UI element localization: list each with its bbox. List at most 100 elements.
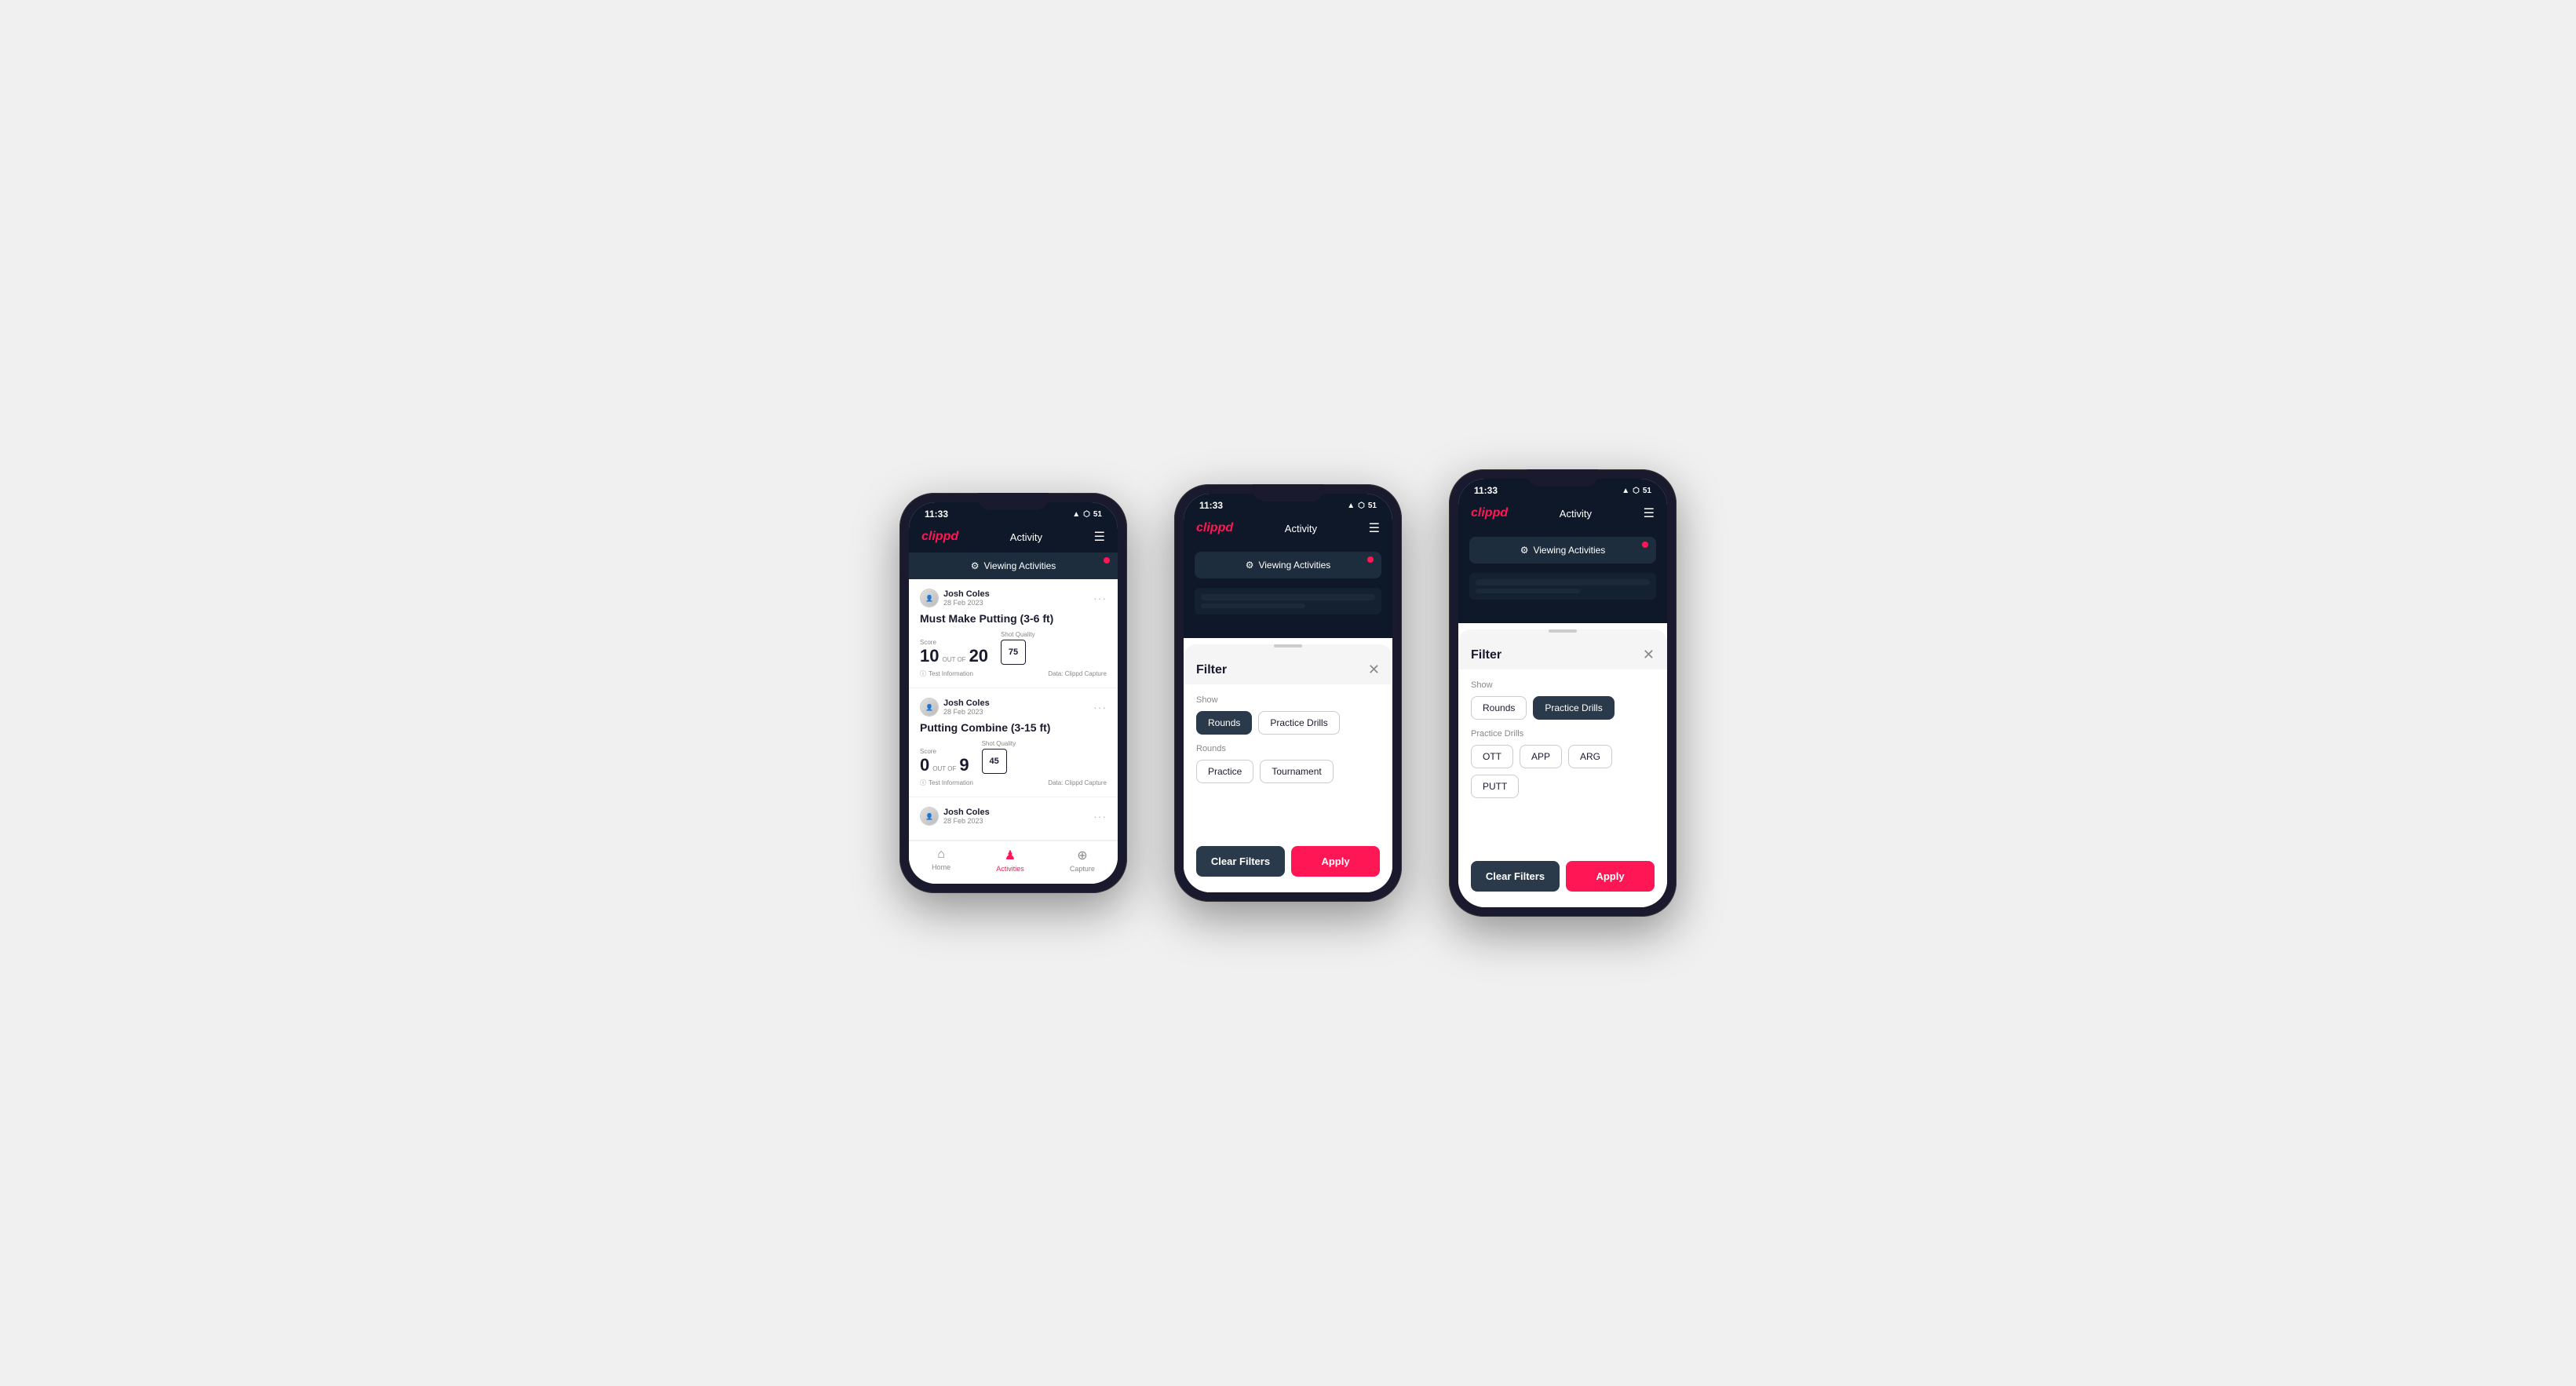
avatar-img-2: 👤 [921,698,938,716]
activity-card-3: 👤 Josh Coles 28 Feb 2023 ··· [909,797,1118,841]
bottom-nav-1: ⌂ Home ♟ Activities ⊕ Capture [909,841,1118,884]
activity-card-2: 👤 Josh Coles 28 Feb 2023 ··· Putting Com… [909,688,1118,797]
modal-footer-2: Clear Filters Apply [1184,837,1392,892]
modal-title-2: Filter [1196,663,1227,677]
card-title-2: Putting Combine (3-15 ft) [920,721,1107,734]
rounds-btn-3[interactable]: Rounds [1471,696,1527,720]
user-name-1: Josh Coles [943,589,990,599]
blurred-bg-3: ⚙ Viewing Activities [1458,529,1667,623]
app-btn-3[interactable]: APP [1520,745,1562,768]
more-dots-1[interactable]: ··· [1093,592,1107,604]
putt-btn-3[interactable]: PUTT [1471,775,1519,798]
practice-drills-btn-3[interactable]: Practice Drills [1533,696,1614,720]
avatar-3: 👤 [920,807,939,826]
filter-icon-1: ⚙ [971,560,980,571]
user-info-3: Josh Coles 28 Feb 2023 [943,808,990,825]
close-icon-3[interactable]: ✕ [1643,647,1655,663]
nav-title-2: Activity [1285,523,1317,534]
rounds-btn-2[interactable]: Rounds [1196,711,1252,735]
nav-bar-2: clippd Activity ☰ [1184,514,1392,544]
score-inline-2: 0 OUT OF 9 [920,757,969,774]
blurred-bg-2: ⚙ Viewing Activities [1184,544,1392,638]
menu-icon-2[interactable]: ☰ [1369,520,1380,536]
close-icon-2[interactable]: ✕ [1368,662,1380,678]
activities-list: 👤 Josh Coles 28 Feb 2023 ··· Must Make P… [909,579,1118,841]
card-header-3: 👤 Josh Coles 28 Feb 2023 ··· [920,807,1107,826]
modal-header-2: Filter ✕ [1184,654,1392,684]
total-value-2: 9 [959,757,969,774]
arg-btn-3[interactable]: ARG [1568,745,1612,768]
user-info-2: Josh Coles 28 Feb 2023 [943,698,990,716]
practice-round-btn-2[interactable]: Practice [1196,760,1253,783]
score-label-2: Score [920,748,969,755]
apply-btn-2[interactable]: Apply [1291,846,1380,877]
avatar-img-3: 👤 [921,808,938,825]
notch-2 [1253,484,1323,502]
score-label-1: Score [920,639,988,646]
data-source-1: Data: Clippd Capture [1048,670,1107,677]
nav-capture[interactable]: ⊕ Capture [1070,848,1095,873]
card-user-3: 👤 Josh Coles 28 Feb 2023 [920,807,990,826]
phone-2-screen: 11:33 ▲ ⬡ 51 clippd Activity ☰ ⚙ Viewing… [1184,494,1392,892]
nav-title-1: Activity [1010,531,1042,543]
apply-btn-3[interactable]: Apply [1566,861,1655,892]
modal-footer-3: Clear Filters Apply [1458,852,1667,907]
modal-handle-3 [1549,629,1577,633]
more-dots-2[interactable]: ··· [1093,701,1107,713]
user-date-3: 28 Feb 2023 [943,817,990,825]
out-of-2: OUT OF [932,765,956,772]
nav-home[interactable]: ⌂ Home [932,848,950,873]
clear-filters-btn-3[interactable]: Clear Filters [1471,861,1560,892]
card-user-1: 👤 Josh Coles 28 Feb 2023 [920,589,990,607]
nav-activities-label: Activities [996,865,1024,873]
nav-bar-3: clippd Activity ☰ [1458,499,1667,529]
modal-body-2: Show Rounds Practice Drills Rounds Pract… [1184,684,1392,837]
total-value-1: 20 [969,647,988,665]
time-2: 11:33 [1199,500,1223,511]
shot-quality-value-1: 75 [1001,640,1026,665]
card-title-1: Must Make Putting (3-6 ft) [920,612,1107,625]
nav-activities[interactable]: ♟ Activities [996,848,1024,873]
notification-dot-1 [1104,557,1110,564]
score-section-2: Score 0 OUT OF 9 [920,748,969,774]
notch [978,493,1049,510]
viewing-label-3: Viewing Activities [1533,545,1605,556]
ott-btn-3[interactable]: OTT [1471,745,1513,768]
show-filter-buttons-3: Rounds Practice Drills [1471,696,1655,720]
shot-quality-value-2: 45 [982,749,1007,774]
phone-3-screen: 11:33 ▲ ⬡ 51 clippd Activity ☰ ⚙ Viewing… [1458,479,1667,907]
practice-drills-btn-2[interactable]: Practice Drills [1258,711,1339,735]
avatar-2: 👤 [920,698,939,717]
more-dots-3[interactable]: ··· [1093,810,1107,822]
shot-quality-section-2: Shot Quality 45 [982,740,1016,774]
phone-3: 11:33 ▲ ⬡ 51 clippd Activity ☰ ⚙ Viewing… [1449,469,1677,917]
viewing-label-1: Viewing Activities [983,560,1056,571]
modal-handle-2 [1274,644,1302,647]
data-source-2: Data: Clippd Capture [1048,779,1107,786]
capture-icon: ⊕ [1077,848,1087,863]
test-info-2: ⓘ Test Information [920,779,973,787]
nav-capture-label: Capture [1070,865,1095,873]
notification-dot-2 [1367,556,1374,563]
tournament-btn-2[interactable]: Tournament [1260,760,1333,783]
user-name-2: Josh Coles [943,698,990,708]
stats-row-2: Score 0 OUT OF 9 Shot Quality 45 [920,740,1107,774]
show-filter-buttons-2: Rounds Practice Drills [1196,711,1380,735]
notification-dot-3 [1642,542,1648,548]
signal-icon-2: ▲ [1347,502,1355,510]
nav-home-label: Home [932,863,950,871]
nav-bar-1: clippd Activity ☰ [909,523,1118,553]
phone-2: 11:33 ▲ ⬡ 51 clippd Activity ☰ ⚙ Viewing… [1174,484,1402,902]
logo-2: clippd [1196,521,1233,535]
score-section-1: Score 10 OUT OF 20 [920,639,988,665]
filter-icon-3: ⚙ [1520,545,1529,556]
viewing-activities-1[interactable]: ⚙ Viewing Activities [909,553,1118,579]
menu-icon-3[interactable]: ☰ [1644,505,1655,521]
time-3: 11:33 [1474,485,1498,496]
menu-icon-1[interactable]: ☰ [1094,529,1105,545]
card-footer-1: ⓘ Test Information Data: Clippd Capture [920,669,1107,678]
clear-filters-btn-2[interactable]: Clear Filters [1196,846,1285,877]
drill-filter-buttons-3: OTT APP ARG PUTT [1471,745,1655,798]
card-ghost-3 [1469,573,1656,600]
activities-icon: ♟ [1005,848,1016,863]
